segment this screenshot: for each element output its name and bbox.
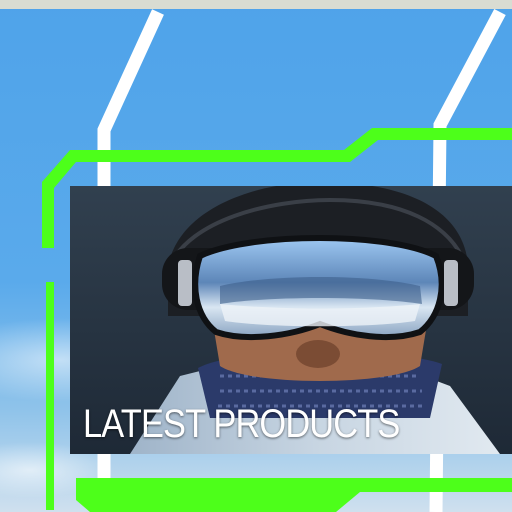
green-frame-bottom [76, 478, 512, 512]
banner-title: LATEST PRODUCTS [83, 402, 400, 446]
green-frame-left [46, 282, 54, 510]
